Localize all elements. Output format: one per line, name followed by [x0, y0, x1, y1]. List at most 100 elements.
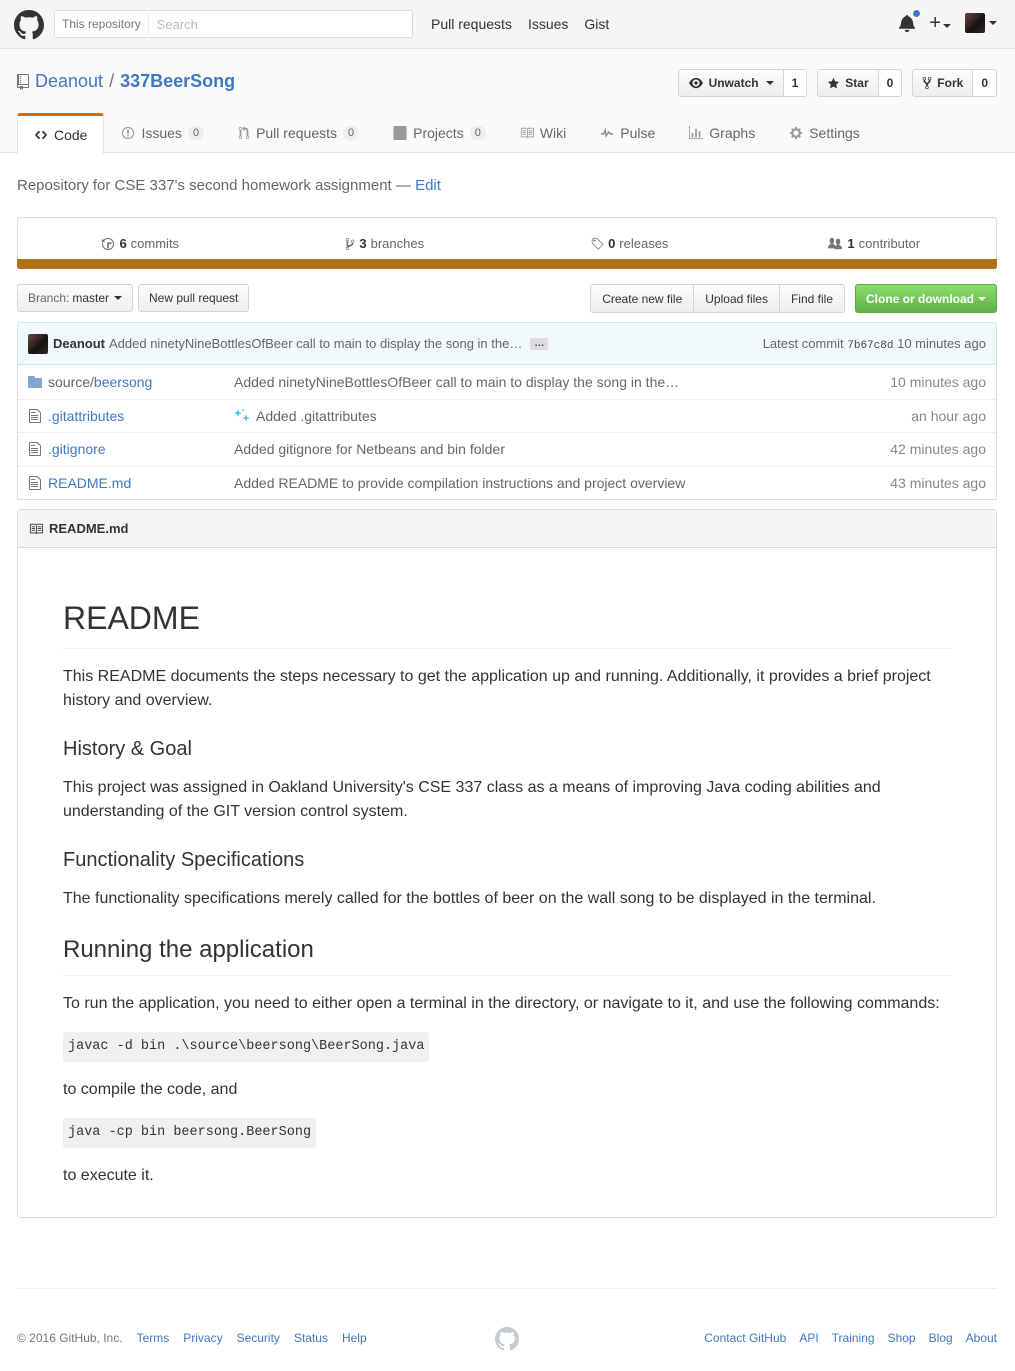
table-row[interactable]: .gitignore Added gitignore for Netbeans … [18, 432, 996, 466]
tab-label: Graphs [709, 125, 756, 141]
tab-wiki[interactable]: Wiki [503, 112, 583, 153]
branch-select-button[interactable]: Branch: master [17, 284, 134, 312]
pull-requests-counter: 0 [343, 126, 360, 140]
tab-projects[interactable]: Projects 0 [376, 112, 503, 153]
file-name-link[interactable]: source/beersong [48, 374, 234, 390]
upload-files-button[interactable]: Upload files [693, 284, 779, 313]
tab-pull-requests[interactable]: Pull requests 0 [221, 112, 376, 153]
new-pull-request-button[interactable]: New pull request [138, 284, 250, 312]
footer-link-about[interactable]: About [966, 1331, 997, 1345]
compile-command: javac -d bin .\source\beersong\BeerSong.… [63, 1032, 430, 1062]
contributors-count: 1 [847, 236, 855, 251]
footer-link-contact[interactable]: Contact GitHub [704, 1331, 786, 1345]
file-name-link[interactable]: .gitignore [48, 441, 234, 457]
language-bar[interactable] [17, 259, 997, 269]
tab-pulse[interactable]: Pulse [583, 112, 672, 153]
find-file-button[interactable]: Find file [778, 284, 845, 313]
commit-sha-link[interactable]: 7b67c8d [847, 340, 893, 352]
fork-icon [922, 76, 932, 90]
create-new-dropdown[interactable]: + [929, 13, 951, 33]
header-actions: + [899, 9, 997, 33]
chevron-down-icon [978, 296, 986, 301]
tab-issues[interactable]: Issues 0 [104, 112, 221, 153]
file-path-prefix: source/ [48, 373, 94, 390]
footer-link-blog[interactable]: Blog [929, 1331, 953, 1345]
graph-icon [689, 126, 704, 140]
path-separator: / [109, 71, 115, 91]
branch-value: master [72, 291, 110, 305]
repo-name-link[interactable]: 337BeerSong [120, 71, 235, 92]
file-name-link[interactable]: .gitattributes [48, 408, 234, 424]
footer-link-help[interactable]: Help [342, 1331, 367, 1345]
table-row[interactable]: source/beersong Added ninetyNineBottlesO… [18, 365, 996, 399]
gear-icon [790, 126, 803, 140]
file-commit-message[interactable]: Added ninetyNineBottlesOfBeer call to ma… [234, 374, 890, 390]
footer-link-privacy[interactable]: Privacy [183, 1331, 222, 1345]
releases-count: 0 [608, 236, 616, 251]
clone-label: Clone or download [866, 291, 974, 306]
file-commit-message-link[interactable]: Added .gitattributes [256, 408, 377, 424]
footer-link-shop[interactable]: Shop [888, 1331, 916, 1345]
tab-graphs[interactable]: Graphs [672, 112, 772, 153]
clone-or-download-button[interactable]: Clone or download [855, 284, 997, 313]
footer-link-status[interactable]: Status [294, 1331, 328, 1345]
file-age: 43 minutes ago [890, 474, 986, 491]
table-row[interactable]: .gitattributes Added .gitattributes an h… [18, 398, 996, 433]
footer-link-terms[interactable]: Terms [137, 1331, 170, 1345]
star-button[interactable]: Star [817, 69, 879, 97]
tab-label: Code [54, 127, 88, 143]
repo-owner-link[interactable]: Deanout [35, 71, 103, 92]
run-command: java -cp bin beersong.BeerSong [63, 1118, 317, 1148]
forks-count[interactable]: 0 [973, 69, 997, 97]
avatar[interactable] [28, 333, 48, 354]
footer-link-training[interactable]: Training [832, 1331, 875, 1345]
search-input[interactable] [148, 16, 349, 32]
file-name-link[interactable]: README.md [48, 475, 234, 491]
nav-gist[interactable]: Gist [584, 16, 609, 32]
watchers-count[interactable]: 1 [783, 69, 808, 97]
stargazers-count[interactable]: 0 [878, 69, 903, 97]
branches-count: 3 [359, 236, 367, 251]
commit-message-link[interactable]: Added ninetyNineBottlesOfBeer call to ma… [109, 336, 522, 351]
file-icon [29, 442, 41, 457]
readme-body: README This README documents the steps n… [18, 548, 996, 1188]
nav-pull-requests[interactable]: Pull requests [431, 16, 512, 32]
tab-code[interactable]: Code [17, 113, 105, 154]
chevron-down-icon [989, 21, 997, 25]
file-commit-message[interactable]: Added README to provide compilation inst… [234, 475, 890, 491]
site-header: This repository Pull requests Issues Gis… [0, 0, 1015, 49]
notifications-bell-icon[interactable] [899, 9, 922, 33]
edit-description-link[interactable]: Edit [415, 177, 441, 194]
github-mark-icon[interactable] [495, 1327, 519, 1351]
commit-author-link[interactable]: Deanout [53, 336, 105, 351]
file-name: beersong [93, 373, 153, 390]
github-logo-icon[interactable] [14, 10, 44, 40]
tab-settings[interactable]: Settings [772, 112, 877, 153]
nav-issues[interactable]: Issues [528, 16, 568, 32]
watch-group: Unwatch 1 [677, 69, 808, 97]
readme-filename: README.md [49, 521, 129, 536]
latest-commit-bar: Deanout Added ninetyNineBottlesOfBeer ca… [17, 322, 997, 365]
expand-message-button[interactable]: … [530, 337, 549, 350]
book-icon [520, 127, 534, 139]
unread-indicator [912, 9, 922, 18]
footer-link-security[interactable]: Security [237, 1331, 280, 1345]
history-paragraph: This project was assigned in Oakland Uni… [63, 779, 881, 820]
unwatch-button[interactable]: Unwatch [677, 69, 784, 97]
fork-button[interactable]: Fork [912, 69, 974, 97]
sparkle-emoji-icon [234, 407, 250, 422]
site-footer: © 2016 GitHub, Inc. Terms Privacy Securi… [17, 1288, 997, 1371]
tab-label: Pull requests [256, 125, 337, 141]
file-commit-message[interactable]: Added gitignore for Netbeans and bin fol… [234, 441, 890, 457]
latest-commit-prefix: Latest commit [762, 335, 844, 351]
contributors-label: contributor [858, 236, 921, 251]
user-menu[interactable] [965, 13, 997, 33]
file-actions: Create new file Upload files Find file C… [590, 284, 997, 313]
footer-link-api[interactable]: API [799, 1331, 818, 1345]
table-row[interactable]: README.md Added README to provide compil… [18, 465, 996, 500]
create-new-file-button[interactable]: Create new file [590, 284, 694, 313]
commits-label: commits [130, 236, 180, 251]
chevron-down-icon [943, 23, 951, 28]
header-nav: Pull requests Issues Gist [431, 16, 609, 32]
avatar [965, 13, 985, 33]
